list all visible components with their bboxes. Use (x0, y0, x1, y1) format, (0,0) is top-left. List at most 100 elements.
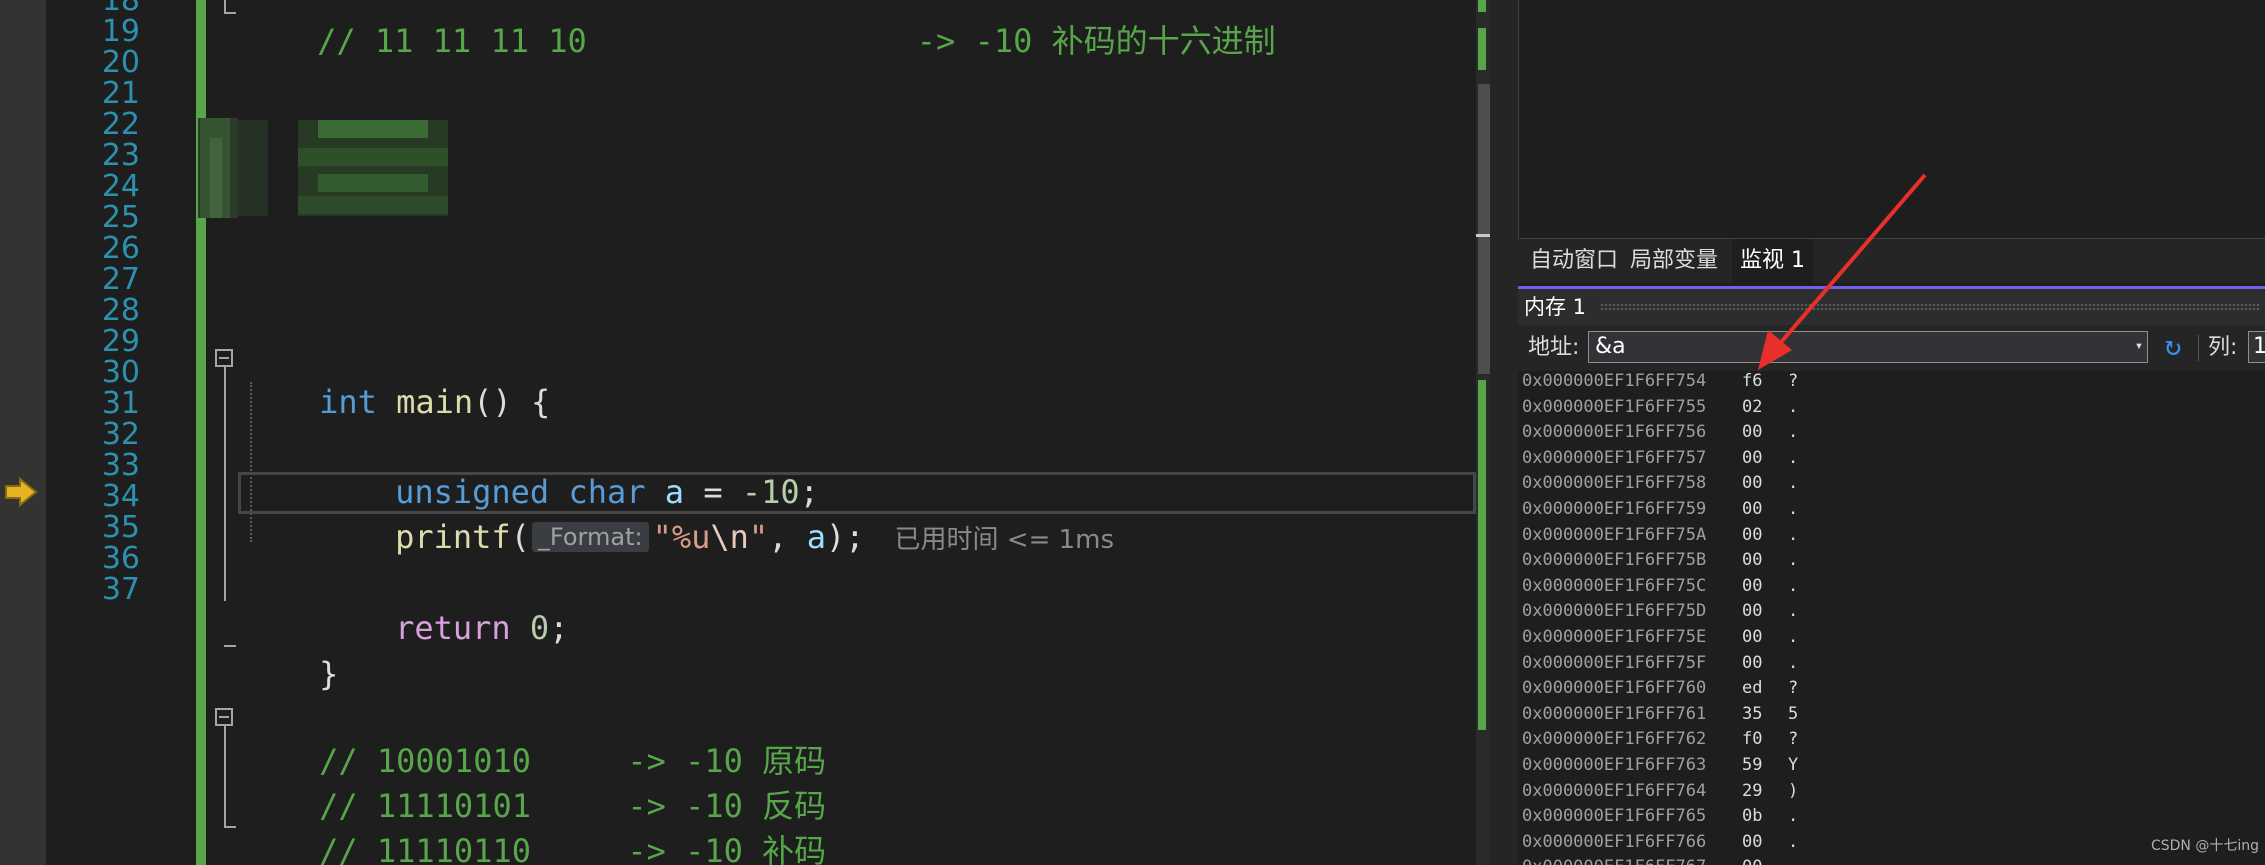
memory-byte[interactable]: 00 (1742, 625, 1788, 651)
memory-byte[interactable]: 00 (1742, 830, 1788, 856)
memory-row[interactable]: 0x000000EF1F6FF756 00. (1522, 420, 1798, 446)
escape-sequence: \n (710, 518, 749, 556)
memory-row[interactable]: 0x000000EF1F6FF762 f0? (1522, 727, 1798, 753)
chevron-down-icon[interactable]: ▾ (2130, 331, 2148, 361)
memory-address: 0x000000EF1F6FF765 (1522, 806, 1707, 827)
window-splitter[interactable] (1490, 0, 1518, 865)
memory-byte[interactable]: 00 (1742, 523, 1788, 549)
memory-ascii: . (1788, 652, 1799, 673)
memory-row[interactable]: 0x000000EF1F6FF758 00. (1522, 471, 1798, 497)
memory-byte[interactable]: 00 (1742, 855, 1788, 865)
collapse-icon[interactable] (215, 708, 233, 726)
memory-rows[interactable]: 0x000000EF1F6FF754 f6? 0x000000EF1F6FF755 0… (1522, 369, 1798, 865)
memory-row[interactable]: 0x000000EF1F6FF75A 00. (1522, 523, 1798, 549)
code-line-28[interactable]: unsigned char a = -10; (318, 425, 819, 511)
memory-address: 0x000000EF1F6FF762 (1522, 729, 1707, 750)
memory-address: 0x000000EF1F6FF754 (1522, 371, 1707, 391)
memory-ascii: . (1788, 601, 1799, 622)
memory-row[interactable]: 0x000000EF1F6FF760 ed? (1522, 676, 1798, 702)
memory-row[interactable]: 0x000000EF1F6FF75D 00. (1522, 599, 1798, 625)
memory-byte[interactable]: 00 (1742, 471, 1788, 497)
tab-autos[interactable]: 自动窗口 (1522, 239, 1626, 283)
memory-row[interactable]: 0x000000EF1F6FF755 02. (1522, 395, 1798, 421)
memory-row[interactable]: 0x000000EF1F6FF76700. (1522, 855, 1798, 865)
code-line-26[interactable]: int main() { (242, 335, 550, 421)
line-number: 37 (101, 572, 140, 607)
perf-tip[interactable]: 已用时间 <= 1ms (895, 525, 1115, 555)
memory-row[interactable]: 0x000000EF1F6FF757 00. (1522, 446, 1798, 472)
memory-row[interactable]: 0x000000EF1F6FF761 35 5 (1522, 702, 1798, 728)
memory-row[interactable]: 0x000000EF1F6FF766 00. (1522, 830, 1798, 856)
memory-byte[interactable]: 59 (1742, 753, 1788, 779)
memory-row[interactable]: 0x000000EF1F6FF75B 00. (1522, 548, 1798, 574)
indent-guide (250, 382, 252, 542)
memory-byte[interactable]: 00 (1742, 599, 1788, 625)
memory-ascii: . (1788, 524, 1799, 545)
memory-row[interactable]: 0x000000EF1F6FF75C 00. (1522, 574, 1798, 600)
code-editor[interactable]: 18 19 20 21 22 23 24 25 26 27 28 29 30 3… (0, 0, 1490, 865)
current-statement-arrow-icon[interactable] (4, 476, 38, 508)
memory-row[interactable]: 0x000000EF1F6FF764 29) (1522, 779, 1798, 805)
comment: // 11110110 -> -10 补码 (319, 832, 827, 865)
memory-row[interactable]: 0x000000EF1F6FF75E 00. (1522, 625, 1798, 651)
column-count-input[interactable]: 1 (2248, 331, 2265, 363)
memory-byte[interactable]: 00 (1742, 420, 1788, 446)
memory-byte[interactable]: 35 (1742, 702, 1788, 728)
memory-byte[interactable]: f0 (1742, 727, 1788, 753)
keyword: return (395, 609, 511, 647)
code-line-34[interactable]: // 10001010 -> -10 原码 (242, 694, 826, 780)
memory-byte[interactable]: ed (1742, 676, 1788, 702)
memory-byte[interactable]: 00 (1742, 574, 1788, 600)
memory-byte[interactable]: 00 (1742, 446, 1788, 472)
glyph-margin[interactable] (0, 0, 46, 865)
memory-address: 0x000000EF1F6FF75F (1522, 652, 1707, 673)
memory-byte[interactable]: 02 (1742, 395, 1788, 421)
fold-line-end (224, 645, 236, 647)
memory-address: 0x000000EF1F6FF75A (1522, 524, 1707, 545)
code-line-31[interactable]: return 0; (318, 561, 568, 647)
memory-byte[interactable]: 00 (1742, 651, 1788, 677)
scrollbar-thumb[interactable] (1478, 84, 1490, 374)
memory-byte[interactable]: 00 (1742, 497, 1788, 523)
annotation-arrow-icon (1758, 173, 1927, 370)
parameter-hint: _Format: (531, 522, 649, 552)
refresh-icon[interactable]: ↻ (2158, 331, 2188, 361)
punctuation: } (319, 655, 339, 693)
code-line-35[interactable]: // 11110101 -> -10 反码 (242, 739, 826, 825)
memory-address: 0x000000EF1F6FF764 (1522, 780, 1707, 801)
memory-window-title: 内存 1 (1524, 295, 1587, 319)
address-label: 地址: (1528, 335, 1580, 360)
separator (2198, 335, 2199, 361)
function-name: printf (395, 518, 511, 556)
memory-row[interactable]: 0x000000EF1F6FF765 0b. (1522, 804, 1798, 830)
memory-ascii: . (1788, 575, 1799, 596)
memory-ascii: . (1788, 447, 1799, 468)
memory-address: 0x000000EF1F6FF755 (1522, 396, 1707, 417)
memory-address: 0x000000EF1F6FF756 (1522, 422, 1707, 443)
scrollbar-position-marker (1476, 234, 1490, 237)
memory-ascii: . (1788, 626, 1799, 647)
keyword: int (319, 383, 377, 421)
memory-byte[interactable]: 29 (1742, 779, 1788, 805)
memory-ascii: 5 (1788, 703, 1799, 724)
collapse-icon[interactable] (215, 349, 233, 367)
memory-row[interactable]: 0x000000EF1F6FF759 00. (1522, 497, 1798, 523)
memory-byte[interactable]: 0b (1742, 804, 1788, 830)
memory-row[interactable]: 0x000000EF1F6FF75F 00. (1522, 651, 1798, 677)
memory-ascii: . (1788, 831, 1799, 852)
watermark: CSDN @十七ing (2150, 838, 2259, 854)
memory-row[interactable]: 0x000000EF1F6FF763 59 Y (1522, 753, 1798, 779)
memory-ascii: ? (1788, 729, 1799, 750)
memory-byte[interactable]: 00 (1742, 548, 1788, 574)
code-line-32[interactable]: } (242, 607, 338, 693)
function-name: main (396, 383, 474, 421)
memory-address: 0x000000EF1F6FF760 (1522, 678, 1707, 699)
code-line-36[interactable]: // 11110110 -> -10 补码 (242, 784, 826, 865)
memory-ascii: . (1788, 473, 1799, 494)
code-line-29[interactable]: printf(_Format: "%u\n", a); 已用时间 <= 1ms (318, 470, 1114, 556)
memory-ascii: . (1788, 396, 1799, 417)
code-line-18[interactable]: // 11 11 11 10 -> -10 补码的十六进制 (240, 0, 1276, 60)
comment: // 11 11 11 10 (317, 22, 587, 60)
tab-locals[interactable]: 局部变量 (1622, 239, 1726, 283)
column-label: 列: (2208, 335, 2238, 360)
